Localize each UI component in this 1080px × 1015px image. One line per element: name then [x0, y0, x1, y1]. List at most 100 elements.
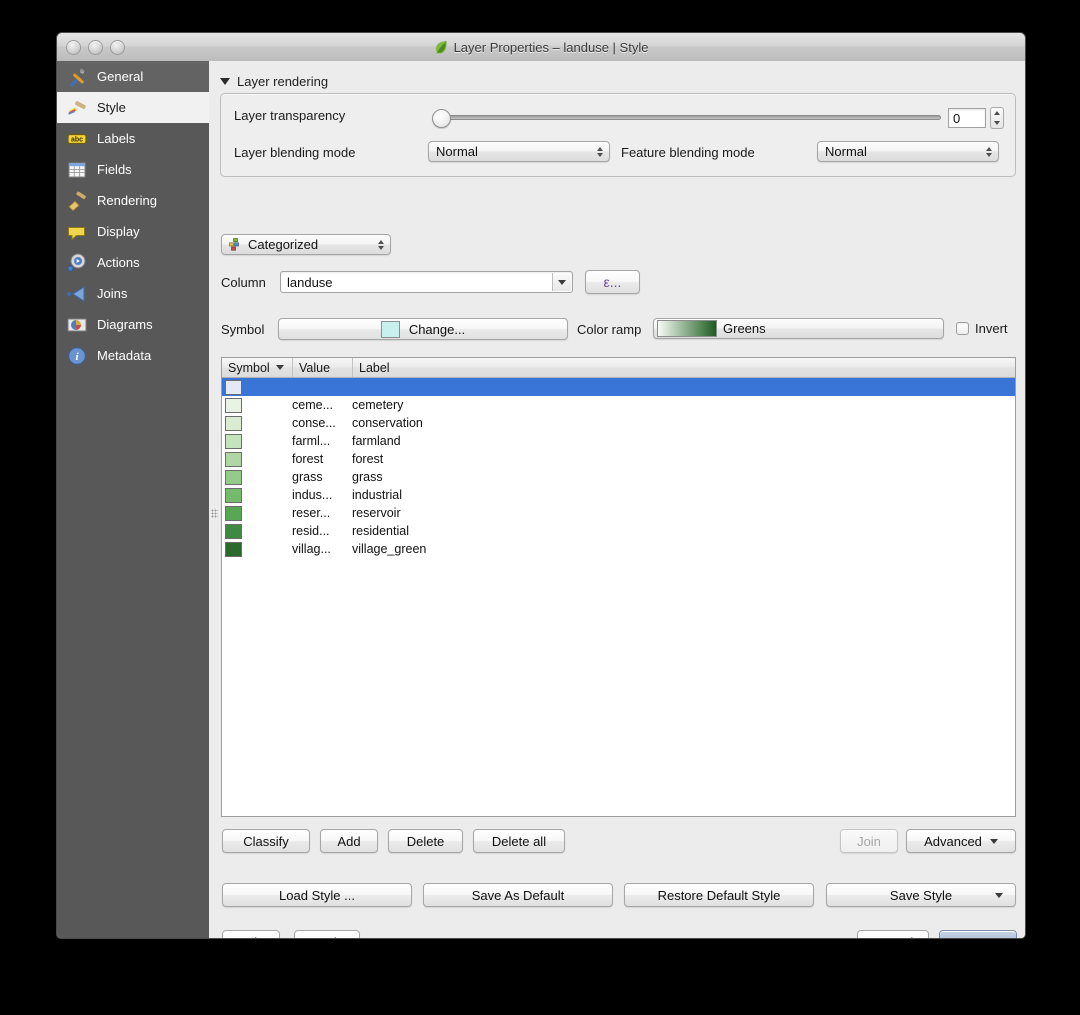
- cell-value[interactable]: villag...: [292, 542, 352, 556]
- cell-value[interactable]: resid...: [292, 524, 352, 538]
- cell-value[interactable]: ceme...: [292, 398, 352, 412]
- table-row[interactable]: reser... reservoir: [222, 504, 1015, 522]
- cell-symbol[interactable]: [222, 541, 292, 557]
- renderer-type-select[interactable]: Categorized: [221, 234, 391, 255]
- category-color-swatch[interactable]: [225, 451, 242, 467]
- stepper-up-icon[interactable]: [994, 111, 1000, 115]
- cell-symbol[interactable]: [222, 451, 292, 467]
- cancel-button[interactable]: Cancel: [857, 930, 929, 938]
- zoom-button[interactable]: [110, 40, 125, 55]
- category-color-swatch[interactable]: [225, 541, 242, 557]
- layer-transparency-value-input[interactable]: 0: [948, 108, 986, 128]
- symbol-change-button[interactable]: Change...: [278, 318, 568, 340]
- cell-label[interactable]: grass: [352, 470, 1015, 484]
- cell-label[interactable]: industrial: [352, 488, 1015, 502]
- table-row[interactable]: villag... village_green: [222, 540, 1015, 558]
- layer-transparency-slider[interactable]: [439, 115, 941, 120]
- cell-label[interactable]: residential: [352, 524, 1015, 538]
- minimize-button[interactable]: [88, 40, 103, 55]
- category-color-swatch[interactable]: [225, 469, 242, 485]
- column-header-symbol[interactable]: Symbol: [222, 358, 292, 377]
- layer-transparency-stepper[interactable]: [990, 107, 1004, 129]
- apply-button[interactable]: Apply: [294, 930, 360, 938]
- cell-symbol[interactable]: [222, 415, 292, 431]
- cell-symbol[interactable]: [222, 433, 292, 449]
- splitter-grip-icon[interactable]: [211, 509, 218, 518]
- table-row[interactable]: resid... residential: [222, 522, 1015, 540]
- invert-checkbox-row[interactable]: Invert: [956, 321, 1008, 336]
- category-color-swatch[interactable]: [225, 379, 242, 395]
- classify-button[interactable]: Classify: [222, 829, 310, 853]
- load-style-button[interactable]: Load Style ...: [222, 883, 412, 907]
- cell-value[interactable]: indus...: [292, 488, 352, 502]
- save-style-button[interactable]: Save Style: [826, 883, 1016, 907]
- expression-button[interactable]: ε...: [585, 270, 640, 294]
- column-select[interactable]: landuse: [280, 271, 573, 293]
- advanced-button[interactable]: Advanced: [906, 829, 1016, 853]
- ok-button[interactable]: OK: [939, 930, 1017, 938]
- color-ramp-select[interactable]: Greens: [653, 318, 944, 339]
- category-color-swatch[interactable]: [225, 487, 242, 503]
- panel-splitter[interactable]: [209, 61, 220, 938]
- cell-symbol[interactable]: [222, 469, 292, 485]
- feature-blending-mode-select[interactable]: Normal: [817, 141, 999, 162]
- chevron-down-icon[interactable]: [220, 77, 230, 85]
- cell-label[interactable]: cemetery: [352, 398, 1015, 412]
- cell-label[interactable]: reservoir: [352, 506, 1015, 520]
- save-as-default-button[interactable]: Save As Default: [423, 883, 613, 907]
- cell-value[interactable]: farml...: [292, 434, 352, 448]
- table-row[interactable]: conse... conservation: [222, 414, 1015, 432]
- table-row[interactable]: [222, 378, 1015, 396]
- sidebar-item-metadata[interactable]: i Metadata: [57, 340, 209, 371]
- stepper-down-icon[interactable]: [994, 121, 1000, 125]
- invert-checkbox[interactable]: [956, 322, 969, 335]
- sidebar-item-style[interactable]: Style: [57, 92, 209, 123]
- table-row[interactable]: indus... industrial: [222, 486, 1015, 504]
- column-header-value[interactable]: Value: [292, 358, 352, 377]
- sidebar-item-diagrams[interactable]: Diagrams: [57, 309, 209, 340]
- category-color-swatch[interactable]: [225, 505, 242, 521]
- delete-button[interactable]: Delete: [388, 829, 463, 853]
- sidebar-item-fields[interactable]: Fields: [57, 154, 209, 185]
- chevron-down-icon[interactable]: [552, 273, 571, 291]
- sidebar-item-joins[interactable]: Joins: [57, 278, 209, 309]
- cell-value[interactable]: conse...: [292, 416, 352, 430]
- layer-rendering-group-header[interactable]: Layer rendering: [220, 73, 1016, 89]
- sidebar-item-display[interactable]: Display: [57, 216, 209, 247]
- category-color-swatch[interactable]: [225, 415, 242, 431]
- cell-value[interactable]: grass: [292, 470, 352, 484]
- table-row[interactable]: forest forest: [222, 450, 1015, 468]
- category-color-swatch[interactable]: [225, 397, 242, 413]
- cell-label[interactable]: conservation: [352, 416, 1015, 430]
- cell-label[interactable]: forest: [352, 452, 1015, 466]
- category-color-swatch[interactable]: [225, 523, 242, 539]
- cell-symbol[interactable]: [222, 505, 292, 521]
- restore-default-style-button[interactable]: Restore Default Style: [624, 883, 814, 907]
- layer-transparency-slider-handle[interactable]: [432, 109, 451, 128]
- sidebar-item-labels[interactable]: abc Labels: [57, 123, 209, 154]
- table-row[interactable]: grass grass: [222, 468, 1015, 486]
- cell-symbol[interactable]: [222, 523, 292, 539]
- categories-table[interactable]: Symbol Value Label ceme... cemetery conse.…: [221, 357, 1016, 817]
- cell-label[interactable]: village_green: [352, 542, 1015, 556]
- close-button[interactable]: [66, 40, 81, 55]
- help-button[interactable]: Help: [222, 930, 280, 938]
- join-button[interactable]: Join: [840, 829, 898, 853]
- cell-value[interactable]: reser...: [292, 506, 352, 520]
- cell-symbol[interactable]: [222, 487, 292, 503]
- table-row[interactable]: ceme... cemetery: [222, 396, 1015, 414]
- cell-symbol[interactable]: [222, 379, 292, 395]
- sidebar-item-actions[interactable]: Actions: [57, 247, 209, 278]
- window-titlebar[interactable]: Layer Properties – landuse | Style: [57, 33, 1025, 62]
- category-color-swatch[interactable]: [225, 433, 242, 449]
- add-button[interactable]: Add: [320, 829, 378, 853]
- table-row[interactable]: farml... farmland: [222, 432, 1015, 450]
- delete-all-button[interactable]: Delete all: [473, 829, 565, 853]
- layer-blending-mode-select[interactable]: Normal: [428, 141, 610, 162]
- sidebar-item-rendering[interactable]: Rendering: [57, 185, 209, 216]
- sidebar-item-general[interactable]: General: [57, 61, 209, 92]
- cell-value[interactable]: forest: [292, 452, 352, 466]
- cell-label[interactable]: farmland: [352, 434, 1015, 448]
- cell-symbol[interactable]: [222, 397, 292, 413]
- column-header-label[interactable]: Label: [352, 358, 1015, 377]
